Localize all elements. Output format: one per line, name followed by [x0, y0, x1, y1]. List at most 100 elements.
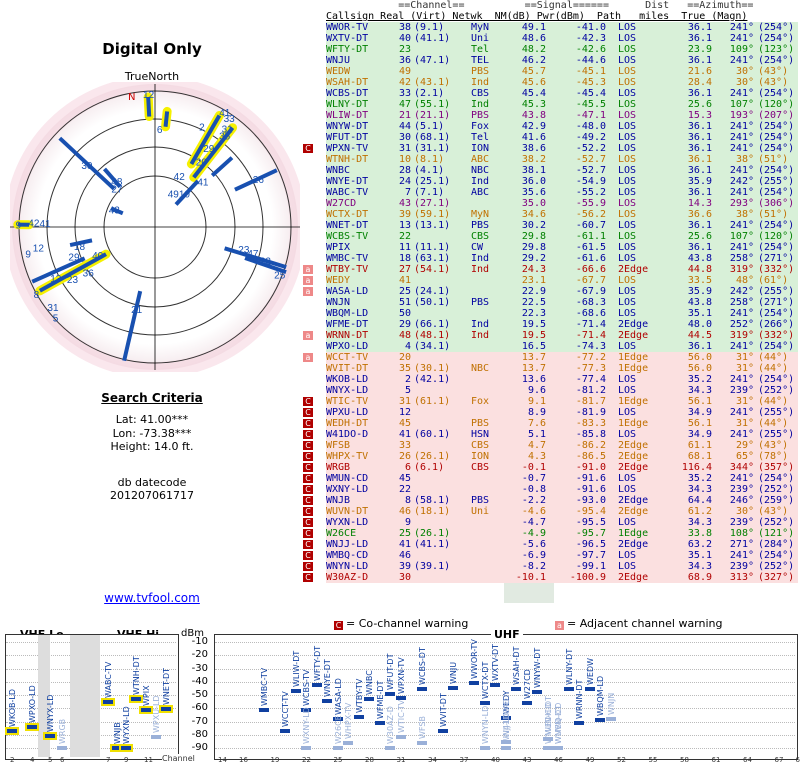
cell-virt: (6.1)	[414, 462, 445, 473]
cell-nm: 16.5	[521, 341, 546, 352]
cell-path: LOS	[618, 77, 637, 88]
table-row: WEDW 49 PBS 45.7 -45.1 LOS 21.6 30° (43°)	[326, 66, 798, 77]
cell-cs: WCCT-TV	[326, 352, 369, 363]
cell-path: 2Edge	[618, 539, 649, 550]
channel-tick: 43	[522, 756, 532, 764]
cell-real: 24	[398, 176, 411, 187]
cell-true: 271°	[729, 539, 754, 550]
cell-cs: WPXN-TV	[326, 143, 369, 154]
cell-virt: (55.1)	[414, 99, 451, 110]
cell-virt: (54.1)	[414, 264, 451, 275]
cell-pwr: -45.4	[575, 88, 606, 99]
cell-nm: -4.7	[521, 517, 546, 528]
cell-net: Ind	[471, 319, 490, 330]
cell-magn: (44°)	[758, 396, 789, 407]
dbm-tick: -80	[191, 728, 208, 740]
station-signal-bar	[448, 685, 458, 690]
cell-magn: (332°)	[758, 264, 795, 275]
cell-path: LOS	[618, 110, 637, 121]
cell-real: 36	[398, 55, 411, 66]
table-row: W26CE 25 (26.1) -4.9 -95.7 1Edge 33.8 108° (121°…	[326, 528, 798, 539]
cell-cs: WTIC-TV	[326, 396, 369, 407]
station-label: WWOR-TV	[470, 639, 479, 680]
dbm-tick: -40	[191, 675, 208, 687]
cell-magn: (254°)	[758, 165, 795, 176]
cell-path: LOS	[618, 198, 637, 209]
radar-channel-label: 29	[203, 144, 215, 155]
cell-nm: 35.6	[521, 187, 546, 198]
cell-pwr: -45.5	[575, 99, 606, 110]
cell-pwr: -81.2	[575, 385, 606, 396]
cell-pwr: -91.6	[575, 473, 606, 484]
cell-nm: 13.6	[521, 374, 546, 385]
cell-real: 46	[398, 550, 411, 561]
cell-net: MyN	[471, 209, 490, 220]
station-signal-bar	[43, 732, 57, 741]
station-signal-bar	[322, 699, 332, 704]
cell-true: 31°	[735, 363, 754, 374]
co-channel-warning-icon: C	[303, 507, 313, 516]
cell-cs: WNJU	[326, 55, 351, 66]
cell-pwr: -55.2	[575, 187, 606, 198]
cell-real: 33	[398, 88, 411, 99]
cell-dist: 34.3	[687, 561, 712, 572]
cell-virt: (68.1)	[414, 132, 451, 143]
tvfool-link[interactable]: www.tvfool.com	[0, 591, 304, 605]
table-row: WXNY-LD 22 -0.8 -91.6 LOS 34.3 239° (252°)	[326, 484, 798, 495]
table-row: WWOR-TV 38 (9.1) MyN 49.1 -41.0 LOS 36.1 241° (25…	[326, 22, 798, 33]
cell-nm: 9.6	[527, 385, 546, 396]
radar-channel-label: 42	[174, 172, 186, 183]
cell-path: LOS	[618, 297, 637, 308]
station-label: WVIT-DT	[438, 693, 448, 728]
cell-path: LOS	[618, 517, 637, 528]
cell-cs: WWOR-TV	[326, 22, 369, 33]
cell-path: LOS	[618, 220, 637, 231]
cell-pwr: -67.9	[575, 286, 606, 297]
page-title: Digital Only	[102, 40, 202, 58]
cell-magn: (254°)	[758, 55, 795, 66]
cell-cs: WNJJ-LD	[326, 539, 369, 550]
cell-nm: 13.7	[521, 352, 546, 363]
station-label: WXNY-LD	[302, 707, 311, 744]
cell-path: 2Edge	[618, 330, 649, 341]
channel-tick: 7	[106, 756, 111, 764]
cell-nm: -4.9	[521, 528, 546, 539]
cell-pwr: -68.3	[575, 297, 606, 308]
cell-net: PBS	[471, 66, 490, 77]
cell-dist: 28.4	[687, 77, 712, 88]
cell-nm: -6.9	[521, 550, 546, 561]
cell-real: 22	[398, 231, 411, 242]
cell-dist: 56.0	[687, 352, 712, 363]
co-channel-warning-icon: C	[303, 551, 313, 560]
adjacent-warning-icon: a	[303, 331, 313, 340]
cell-pwr: -67.7	[575, 275, 606, 286]
station-label: WNET-DT	[162, 668, 171, 706]
cell-path: 1Edge	[618, 363, 649, 374]
cell-path: LOS	[618, 473, 637, 484]
cell-nm: 34.6	[521, 209, 546, 220]
station-label: WCTX-DT	[480, 661, 490, 700]
cell-nm: 29.8	[521, 231, 546, 242]
cell-dist: 68.1	[687, 451, 712, 462]
cell-path: LOS	[618, 187, 637, 198]
table-row: W30AZ-D 30 -10.1 -100.9 2Edge 68.9 313° (327°)	[326, 572, 798, 583]
cell-magn: (357°)	[758, 462, 795, 473]
station-label: WNJJ-LD	[501, 712, 511, 744]
station-label: WSAH-DT	[512, 646, 521, 685]
table-row: WSAH-DT 42 (43.1) Ind 45.6 -45.3 LOS 28.4 30° (43…	[326, 77, 798, 88]
cell-cs: WLNY-DT	[326, 99, 369, 110]
table-row: WFSB 33 CBS 4.7 -86.2 2Edge 61.1 29° (43°)	[326, 440, 798, 451]
cell-pwr: -49.2	[575, 132, 606, 143]
station-label: WASA-LD	[333, 677, 343, 715]
cell-path: LOS	[618, 253, 637, 264]
cell-real: 9	[404, 517, 411, 528]
cell-nm: 5.1	[527, 429, 546, 440]
cell-dist: 36.1	[687, 154, 712, 165]
cell-net: PBS	[471, 110, 490, 121]
cell-dist: 68.9	[687, 572, 712, 583]
cell-path: LOS	[618, 308, 637, 319]
table-row: WBQM-LD 50 22.3 -68.6 LOS 35.1 241° (254°)	[326, 308, 798, 319]
cell-magn: (78°)	[758, 451, 789, 462]
co-channel-warning-icon: C	[303, 408, 313, 417]
station-signal-bar	[595, 717, 605, 722]
